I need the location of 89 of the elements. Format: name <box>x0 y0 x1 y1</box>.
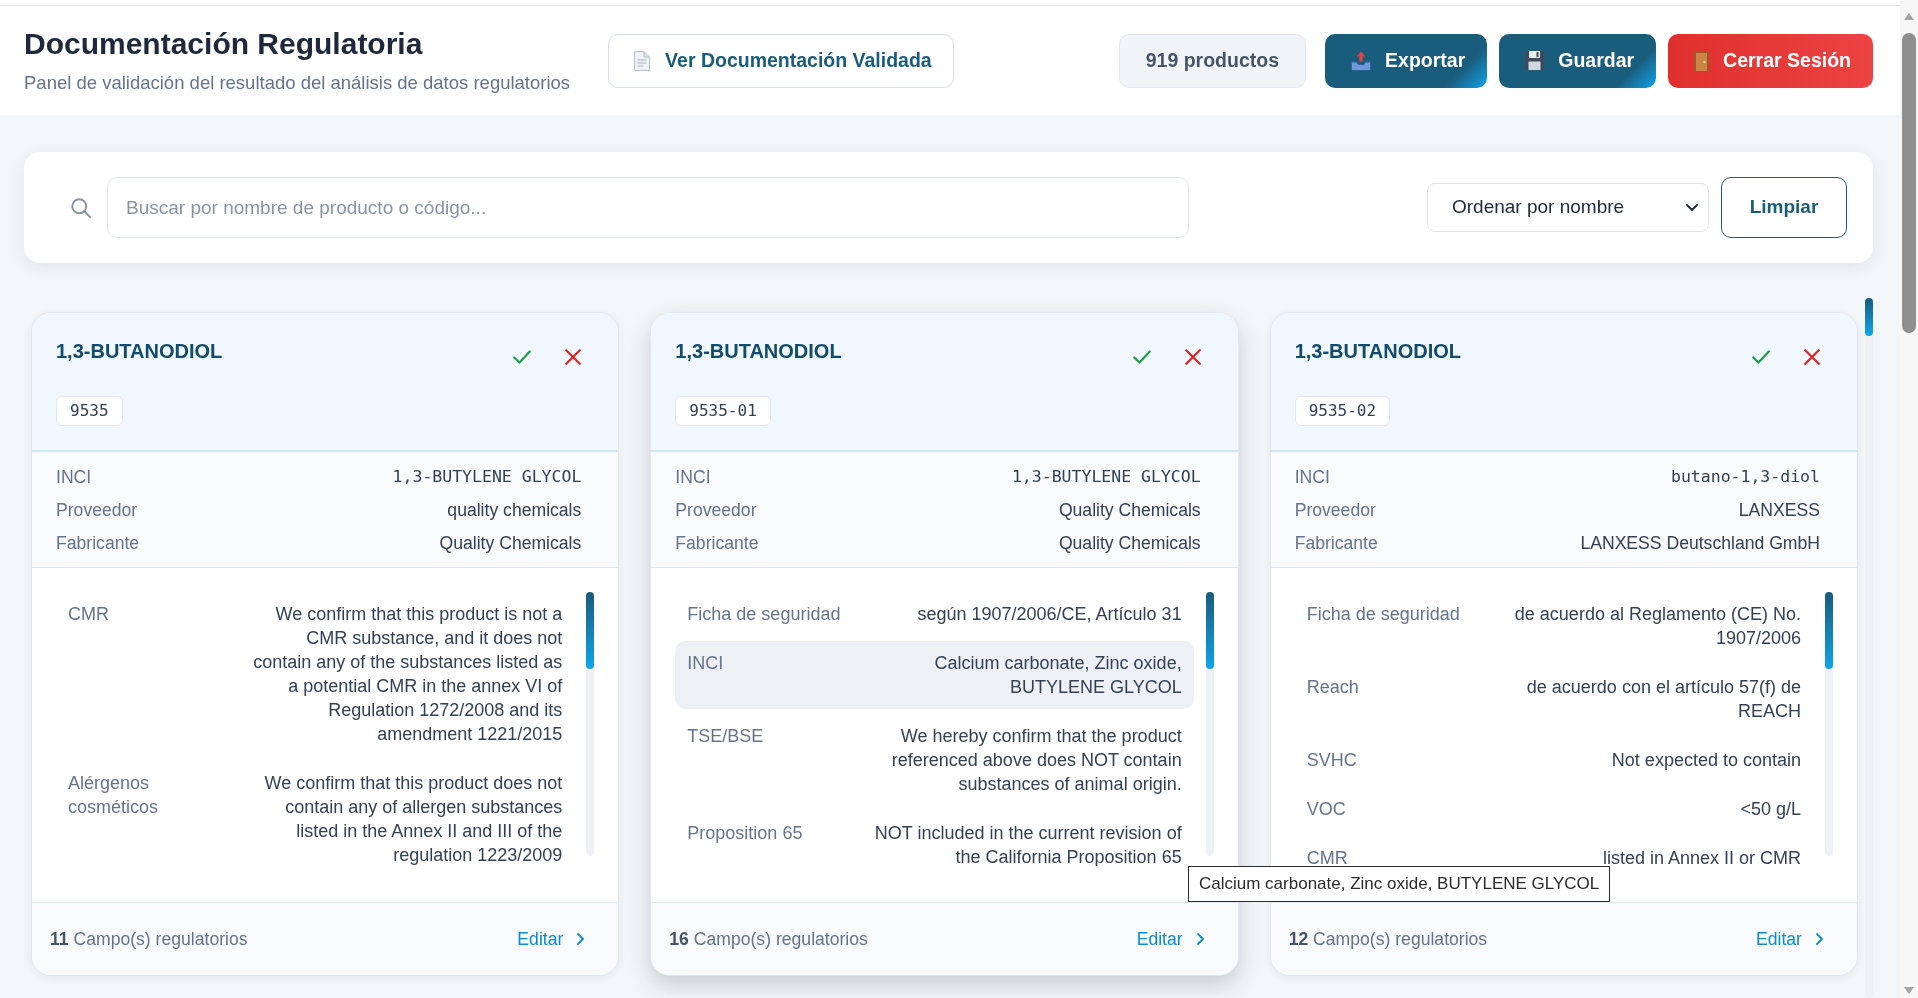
field-value: <50 g/L <box>1740 798 1801 821</box>
field-label: Ficha de seguridad <box>687 603 842 626</box>
check-icon[interactable] <box>513 350 532 364</box>
field-label: CMR <box>1306 847 1349 866</box>
chevron-right-icon <box>577 933 585 945</box>
info-value: Quality Chemicals <box>1058 531 1201 555</box>
info-label: Proveedor <box>675 498 757 522</box>
close-icon[interactable] <box>1184 349 1201 365</box>
scroll-up-icon[interactable] <box>1904 13 1914 20</box>
info-value: 1,3-BUTYLENE GLYCOL <box>1011 465 1201 488</box>
check-icon[interactable] <box>1132 350 1151 364</box>
product-code: 9535-01 <box>675 396 771 426</box>
edit-link[interactable]: Editar <box>1128 925 1212 953</box>
product-name: 1,3-BUTANODIOL <box>675 339 842 364</box>
field-label: Proposition 65 <box>687 822 804 845</box>
info-label: INCI <box>675 465 711 489</box>
tooltip: Calcium carbonate, Zinc oxide, BUTYLENE GLYCOL <box>1188 866 1611 902</box>
field-label: VOC <box>1306 798 1347 821</box>
field-value: We confirm that this product is not a CMR substance, and it does not contain any of the substances listed as a potential CMR in the annex VI of Regulation 1272/2008 and its amendment 1221/2015 <box>252 603 563 746</box>
field-value: de acuerdo con el artículo 57(f) de REACH <box>1525 676 1801 723</box>
scrollbar-thumb[interactable] <box>1902 33 1916 333</box>
card-scrollbar[interactable] <box>1825 592 1833 856</box>
search-field[interactable]: Buscar por nombre de producto o código... <box>107 177 1189 238</box>
field-value: Not expected to contain <box>1611 749 1801 772</box>
check-icon[interactable] <box>1752 350 1770 364</box>
info-label: INCI <box>56 465 92 489</box>
info-label: Proveedor <box>56 498 138 522</box>
field-label: TSE/BSE <box>687 725 765 748</box>
field-label: SVHC <box>1306 749 1358 772</box>
cards-scrollbar[interactable] <box>1865 298 1873 998</box>
close-icon[interactable] <box>565 349 582 365</box>
field-value: NOT included in the current revision of the California Proposition 65 <box>873 822 1182 866</box>
document-icon <box>634 50 651 71</box>
card-scrollbar[interactable] <box>586 592 595 856</box>
page-title: Documentación Regulatoria <box>24 27 424 61</box>
edit-link[interactable]: Editar <box>1748 925 1831 953</box>
door-icon <box>1694 50 1710 71</box>
scrollbar-thumb[interactable] <box>1825 592 1833 669</box>
search-icon <box>71 197 91 218</box>
info-label: Proveedor <box>1294 498 1376 522</box>
info-value: 1,3-BUTYLENE GLYCOL <box>392 465 582 488</box>
info-value: quality chemicals <box>447 498 582 522</box>
export-button[interactable]: Exportar <box>1325 33 1488 88</box>
field-count: 12 Campo(s) regulatorios <box>1288 927 1488 951</box>
field-value: listed in Annex II or CMR <box>1602 847 1801 866</box>
product-name: 1,3-BUTANODIOL <box>1294 339 1461 364</box>
tray-arrow-icon <box>1351 50 1372 71</box>
scroll-down-icon[interactable] <box>1904 987 1914 994</box>
chevron-right-icon <box>1816 933 1823 945</box>
product-code: 9535-02 <box>1294 396 1391 426</box>
view-documentation-button[interactable]: Ver Documentación Validada <box>608 33 954 88</box>
field-value: según 1907/2006/CE, Artículo 31 <box>917 603 1182 626</box>
field-count: 11 Campo(s) regulatorios <box>50 927 248 951</box>
field-label: CMR <box>68 603 110 626</box>
chevron-down-icon <box>1686 204 1698 211</box>
field-value: We hereby confirm that the product referenced above does NOT contain substances of animal origin. <box>890 725 1182 796</box>
info-value: LANXESS Deutschland GmbH <box>1580 531 1820 555</box>
save-button[interactable]: Guardar <box>1499 33 1657 88</box>
product-count: 919 productos <box>1118 33 1307 88</box>
field-value: de acuerdo al Reglamento (CE) No. 1907/2006 <box>1513 603 1801 650</box>
edit-link[interactable]: Editar <box>509 925 593 953</box>
scrollbar-thumb[interactable] <box>1205 592 1214 669</box>
page-scrollbar[interactable] <box>1900 0 1918 998</box>
close-icon[interactable] <box>1804 349 1820 365</box>
scrollbar-thumb[interactable] <box>586 592 595 669</box>
info-value: Quality Chemicals <box>1058 498 1201 522</box>
field-label: INCI <box>687 652 725 675</box>
product-code: 9535 <box>56 396 123 426</box>
clear-button[interactable]: Limpiar <box>1721 177 1847 238</box>
info-label: Fabricante <box>56 531 140 555</box>
info-label: Fabricante <box>1294 531 1378 555</box>
field-label: Reach <box>1306 676 1360 699</box>
info-value: LANXESS <box>1738 498 1820 522</box>
field-label: Ficha de seguridad <box>1306 603 1461 626</box>
card-scrollbar[interactable] <box>1205 592 1214 856</box>
info-value: Quality Chemicals <box>439 531 582 555</box>
field-value: Calcium carbonate, Zinc oxide, BUTYLENE GLYCOL <box>933 652 1182 699</box>
chevron-right-icon <box>1196 933 1204 945</box>
scrollbar-thumb[interactable] <box>1865 298 1873 336</box>
sort-select[interactable]: Ordenar por nombre <box>1427 183 1709 232</box>
info-label: INCI <box>1294 465 1330 489</box>
page-subtitle: Panel de validación del resultado del análisis de datos regulatorios <box>24 72 571 94</box>
logout-button[interactable]: Cerrar Sesión <box>1668 33 1873 88</box>
info-value: butano-1,3-diol <box>1670 465 1820 488</box>
field-count: 16 Campo(s) regulatorios <box>669 927 868 951</box>
field-value: We confirm that this product does not contain any of allergen substances listed in the Annex II and III of the regulation 1223/2009 <box>263 772 563 866</box>
info-label: Fabricante <box>675 531 759 555</box>
field-label: Alérgenos cosméticos <box>68 772 160 819</box>
product-name: 1,3-BUTANODIOL <box>56 339 223 364</box>
